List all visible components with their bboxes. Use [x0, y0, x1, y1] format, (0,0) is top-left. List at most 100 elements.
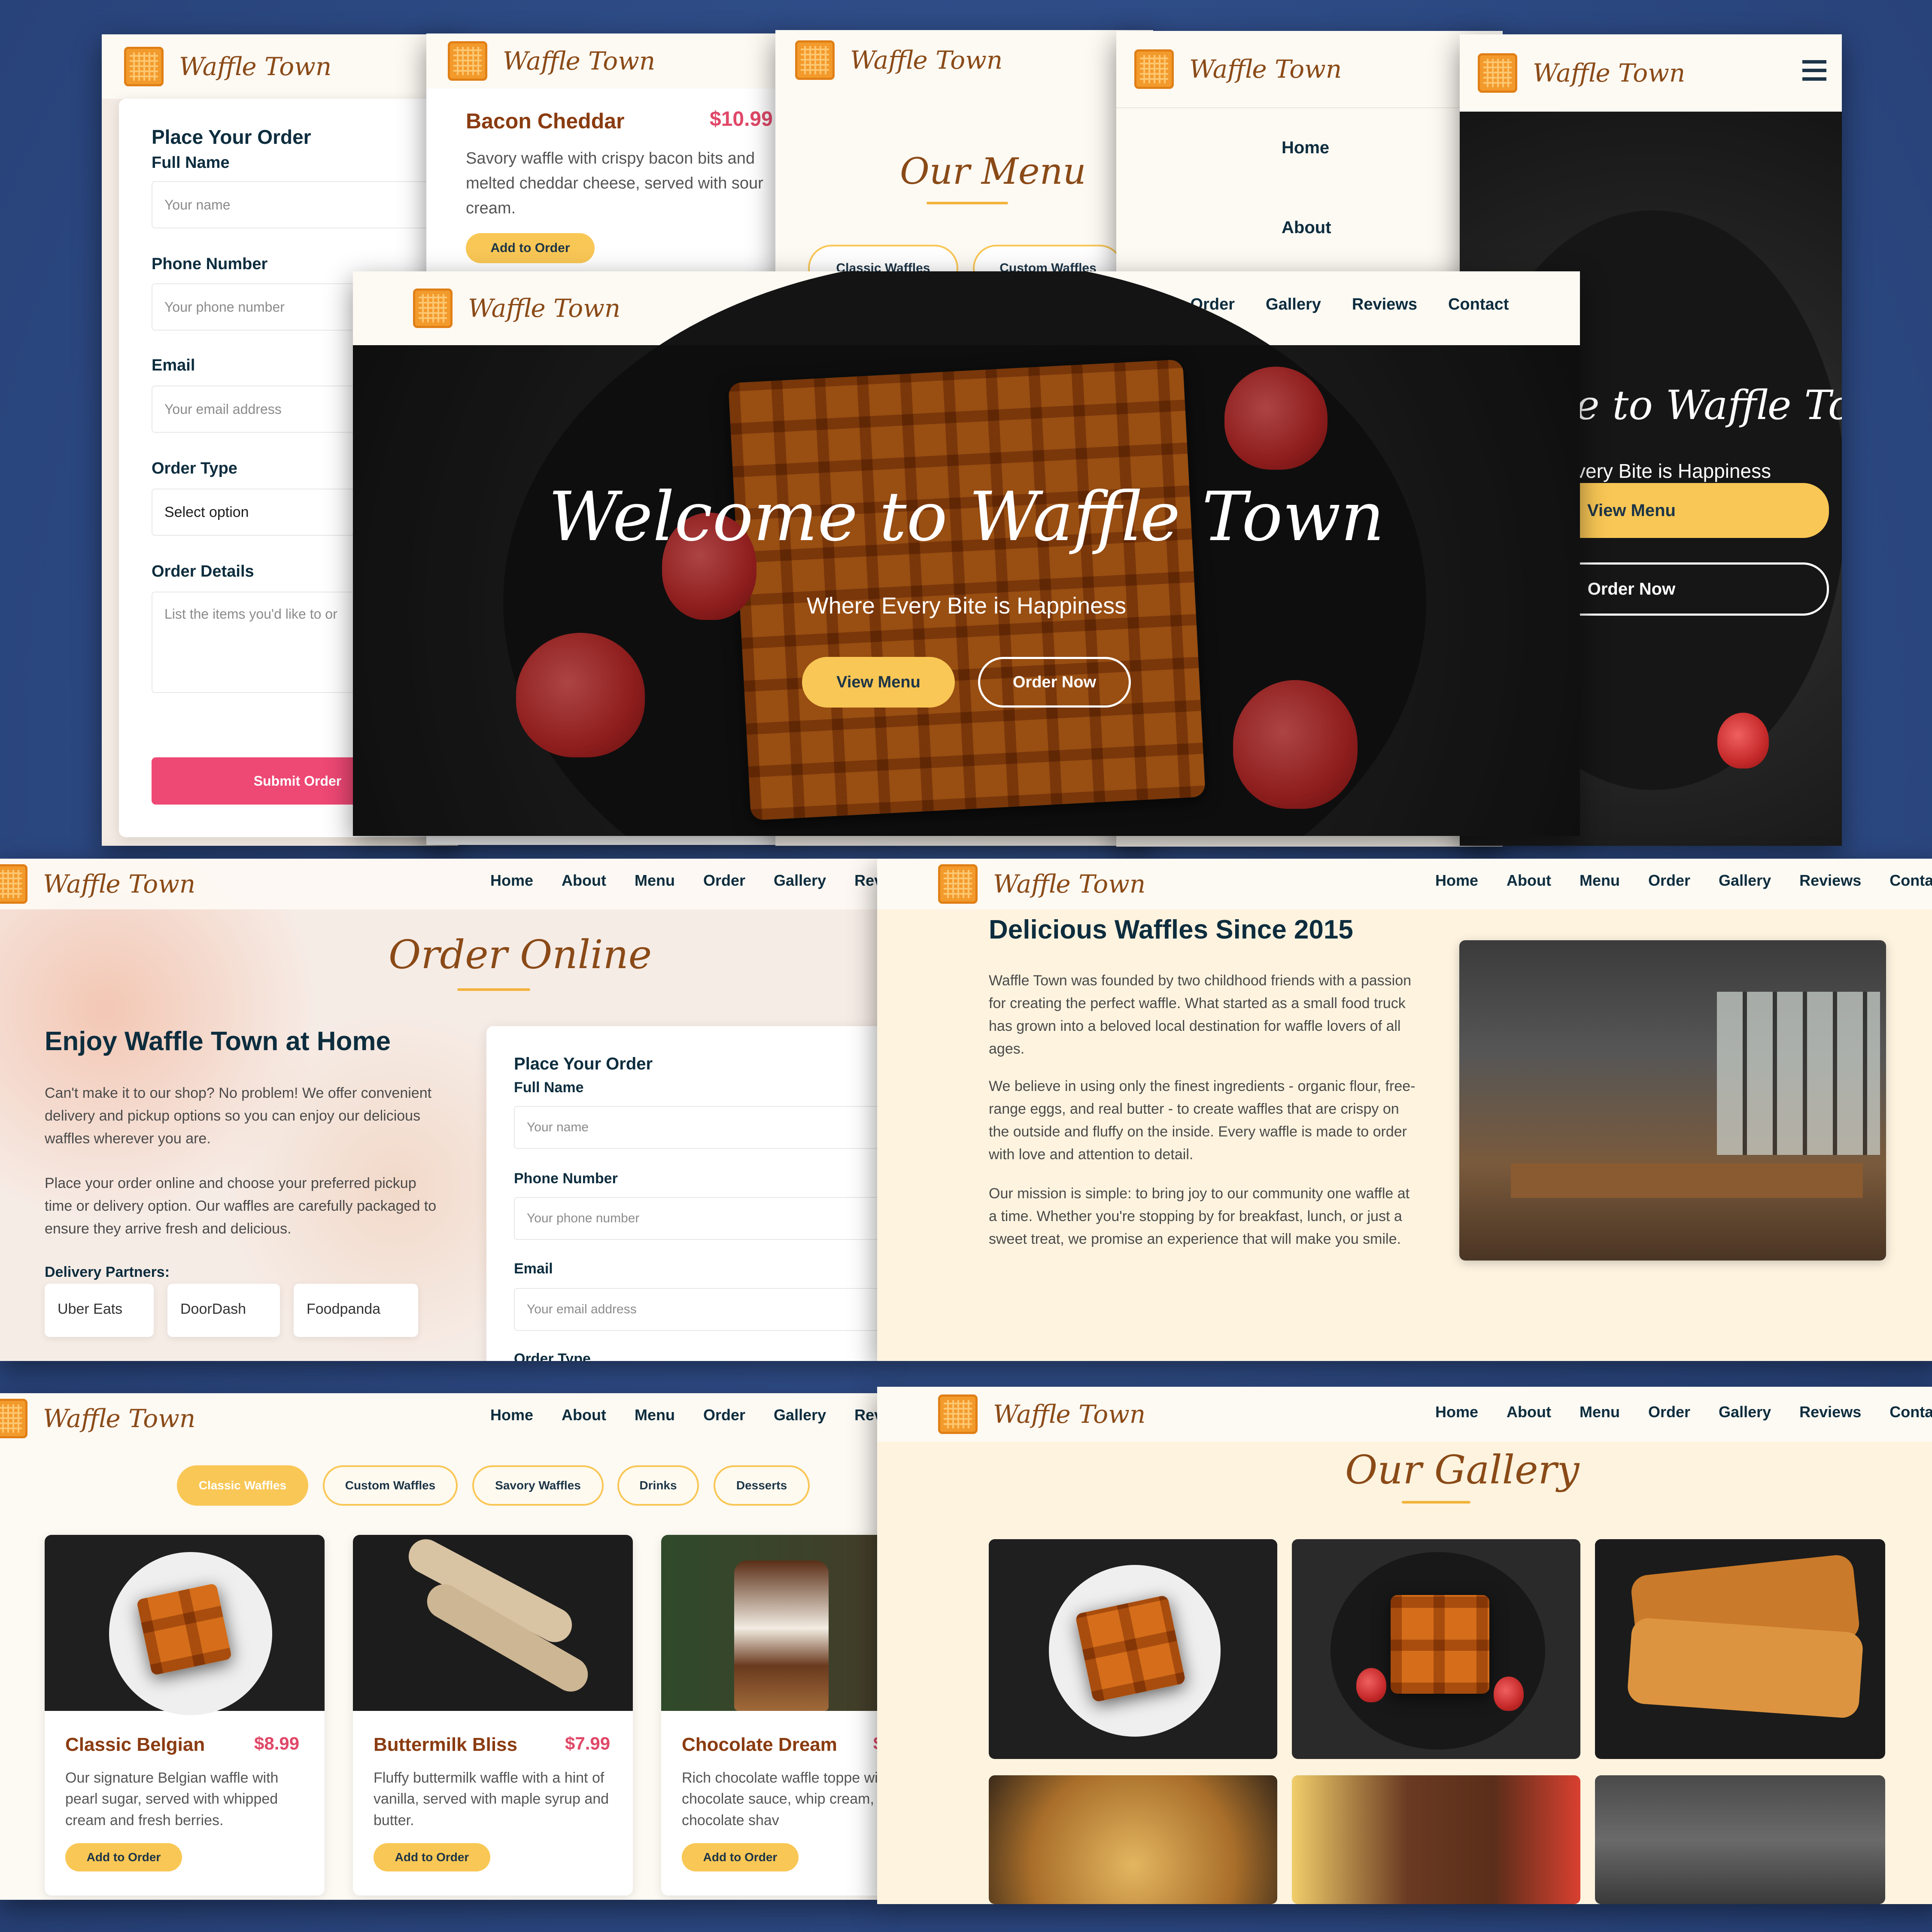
partner-uber-eats[interactable]: Uber Eats: [45, 1284, 154, 1337]
brand-name: Waffle Town: [1533, 58, 1686, 88]
brand[interactable]: Waffle Town: [124, 47, 331, 86]
nav-links: Home About Menu Order Gallery Rev: [490, 872, 880, 890]
order-now-button[interactable]: Order Now: [978, 657, 1131, 708]
chip-drinks[interactable]: Drinks: [617, 1465, 699, 1506]
order-online-paragraph-1: Can't make it to our shop? No problem! W…: [45, 1085, 432, 1147]
navbar: Waffle Town: [775, 30, 1153, 90]
nav-home[interactable]: Home: [1435, 1403, 1478, 1421]
partner-doordash[interactable]: DoorDash: [167, 1284, 280, 1337]
nav-about[interactable]: About: [562, 1406, 606, 1424]
nav-gallery[interactable]: Gallery: [1266, 295, 1321, 314]
brand[interactable]: Waffle Town: [0, 1399, 195, 1438]
nav-order[interactable]: Order: [703, 1406, 745, 1424]
nav-home[interactable]: Home: [490, 872, 533, 890]
brand[interactable]: Waffle Town: [795, 40, 1002, 80]
gallery-image-waffle-plate[interactable]: [989, 1539, 1277, 1759]
bacon-add-to-order-button[interactable]: Add to Order: [466, 233, 595, 263]
nav-about[interactable]: About: [562, 872, 606, 890]
nav-order[interactable]: Order: [1648, 872, 1690, 890]
nav-home[interactable]: Home: [1435, 872, 1478, 890]
menu-item-description: Rich chocolate waffle toppe with chocola…: [682, 1770, 880, 1829]
gallery-image-french-toast[interactable]: [1595, 1539, 1885, 1759]
full-name-input[interactable]: Your name: [152, 181, 458, 228]
nav-home[interactable]: Home: [490, 1406, 533, 1424]
nav-menu[interactable]: Menu: [1580, 1403, 1620, 1421]
mobile-nav-about[interactable]: About: [1282, 218, 1331, 237]
brand[interactable]: Waffle Town: [448, 41, 655, 81]
chip-savory-waffles[interactable]: Savory Waffles: [472, 1465, 604, 1506]
waffle-logo-icon: [938, 864, 978, 904]
navbar: Waffle Town Home About Menu Order Galler…: [877, 1387, 1932, 1442]
brand[interactable]: Waffle Town: [1134, 49, 1342, 89]
brand[interactable]: Waffle Town: [938, 864, 1145, 904]
gallery-image-kebab-fries[interactable]: [1292, 1775, 1580, 1904]
partner-label: DoorDash: [180, 1301, 246, 1317]
waffle-logo-icon: [0, 864, 27, 904]
chip-desserts[interactable]: Desserts: [714, 1465, 810, 1506]
nav-contact[interactable]: Contact: [1448, 295, 1509, 314]
nav-contact-cut[interactable]: Contac: [1889, 1403, 1932, 1421]
gallery-image-pasta[interactable]: [989, 1775, 1277, 1904]
menu-item-title: Buttermilk Bliss: [374, 1734, 517, 1755]
nav-reviews[interactable]: Reviews: [1352, 295, 1417, 314]
nav-reviews[interactable]: Reviews: [1799, 872, 1861, 890]
bacon-card-title: Bacon Cheddar: [466, 109, 625, 133]
order-form-card: Place Your Order Full Name Your name Pho…: [486, 1026, 880, 1361]
brand[interactable]: Waffle Town: [938, 1394, 1145, 1434]
menu-item-title: Chocolate Dream: [682, 1734, 837, 1755]
nav-gallery[interactable]: Gallery: [774, 1406, 826, 1424]
nav-contact-cut[interactable]: Contac: [1889, 872, 1932, 890]
hero-title-cut: e to Waffle Town: [1576, 382, 1842, 429]
email-label: Email: [514, 1261, 553, 1277]
menu-item-description: Fluffy buttermilk waffle with a hint of …: [374, 1770, 609, 1829]
phone-label: Phone Number: [152, 255, 268, 273]
order-type-label: Order Type: [514, 1351, 591, 1361]
nav-reviews-cut[interactable]: Rev: [854, 1406, 880, 1424]
brand[interactable]: Waffle Town: [1478, 53, 1685, 93]
gallery-image-cafe[interactable]: [1595, 1775, 1885, 1904]
toast-shape: [1626, 1617, 1864, 1719]
add-to-order-button[interactable]: Add to Order: [374, 1843, 490, 1871]
order-online-title: Order Online: [389, 932, 652, 978]
phone-label: Phone Number: [514, 1170, 618, 1187]
chip-custom-waffles[interactable]: Custom Waffles: [323, 1465, 458, 1506]
nav-gallery[interactable]: Gallery: [1719, 1403, 1771, 1421]
order-type-label: Order Type: [152, 459, 237, 477]
waffle-logo-icon: [448, 41, 487, 81]
chip-classic-waffles[interactable]: Classic Waffles: [177, 1465, 308, 1506]
title-underline: [927, 202, 1008, 204]
email-input[interactable]: Your email address: [514, 1288, 880, 1331]
nav-about[interactable]: About: [1507, 872, 1551, 890]
gallery-title: Our Gallery: [1345, 1447, 1580, 1493]
nav-about[interactable]: About: [1507, 1403, 1551, 1421]
navbar: Waffle Town Home About Menu Order Galler…: [877, 859, 1932, 909]
order-details-label: Order Details: [152, 562, 254, 580]
hamburger-menu-icon[interactable]: [1802, 60, 1826, 81]
bacon-card-description: Savory waffle with crispy bacon bits and…: [466, 149, 763, 217]
cafe-window-shape: [1717, 992, 1880, 1155]
nav-links: Home About Menu Order Gallery Reviews Co…: [1435, 1403, 1932, 1421]
partner-foodpanda[interactable]: Foodpanda: [294, 1284, 418, 1337]
form-title: Place Your Order: [152, 126, 311, 148]
nav-menu[interactable]: Menu: [635, 872, 675, 890]
nav-order[interactable]: Order: [1648, 1403, 1690, 1421]
nav-reviews-cut[interactable]: Rev: [854, 872, 880, 890]
brand[interactable]: Waffle Town: [0, 864, 195, 904]
nav-gallery[interactable]: Gallery: [1719, 872, 1771, 890]
nav-menu[interactable]: Menu: [635, 1406, 675, 1424]
gallery-image-waffle-berries[interactable]: [1292, 1539, 1580, 1759]
navbar: Waffle Town: [1116, 31, 1503, 108]
add-to-order-button[interactable]: Add to Order: [65, 1843, 182, 1871]
nav-order[interactable]: Order: [703, 872, 745, 890]
add-to-order-button[interactable]: Add to Order: [682, 1843, 799, 1871]
waffle-logo-icon: [938, 1394, 978, 1434]
nav-gallery[interactable]: Gallery: [774, 872, 826, 890]
nav-reviews[interactable]: Reviews: [1799, 1403, 1861, 1421]
form-title: Place Your Order: [514, 1054, 653, 1073]
brand[interactable]: Waffle Town: [413, 289, 620, 328]
phone-input[interactable]: Your phone number: [514, 1197, 880, 1240]
full-name-input[interactable]: Your name: [514, 1106, 880, 1149]
view-menu-button[interactable]: View Menu: [802, 657, 955, 708]
nav-menu[interactable]: Menu: [1580, 872, 1620, 890]
mobile-nav-home[interactable]: Home: [1282, 138, 1329, 158]
